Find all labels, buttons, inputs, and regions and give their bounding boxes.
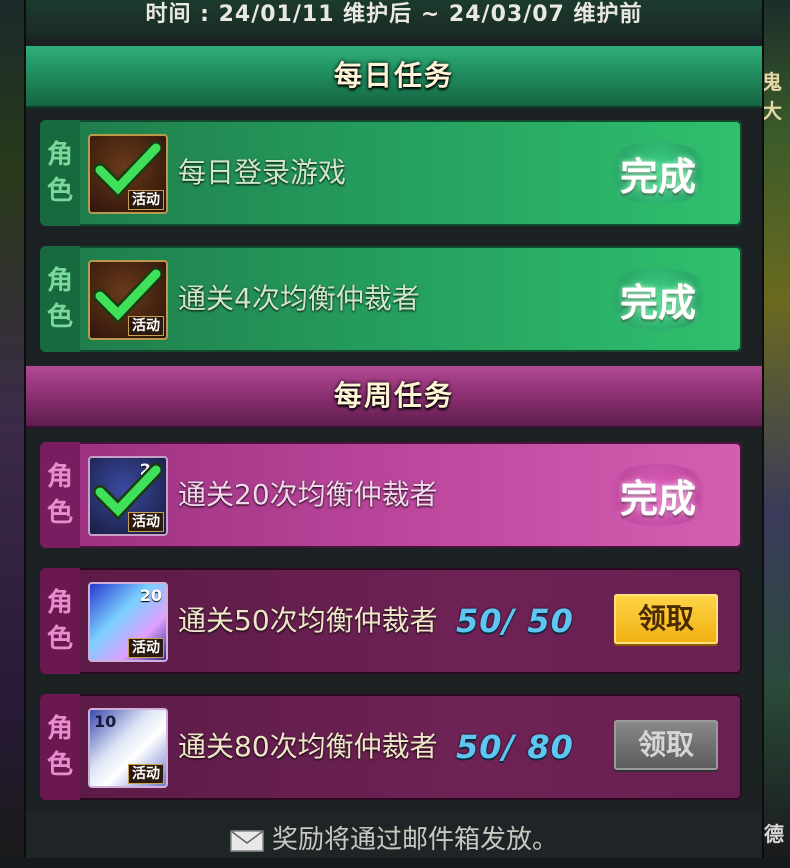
task-name: 通关4次均衡仲裁者 <box>178 282 420 315</box>
task-icon: 20 活动 <box>88 456 168 536</box>
character-tag: 角色 <box>40 246 80 352</box>
task-name: 每日登录游戏 <box>178 156 347 189</box>
task-card-clear-20: 角色 20 活动 通关20次均衡仲裁者 完成 <box>40 442 742 548</box>
weekly-tasks-header: 每周任务 <box>26 366 762 428</box>
background-right: 鬼大 德 <box>760 0 790 858</box>
task-progress: 50/ 50 <box>456 602 574 640</box>
task-complete-status: 完成 <box>600 464 716 526</box>
daily-tasks-header: 每日任务 <box>26 46 762 108</box>
icon-number: 10 <box>94 712 117 731</box>
footer-notice: 奖励将通过邮件箱发放。 <box>26 812 762 858</box>
footer-text: 奖励将通过邮件箱发放。 <box>271 825 558 855</box>
event-period: 时间 : 24/01/11 维护后 ~ 24/03/07 维护前 <box>26 0 762 38</box>
event-badge: 活动 <box>128 764 164 784</box>
task-name: 通关80次均衡仲裁者 <box>178 730 438 763</box>
task-card-clear-50: 角色 20 活动 通关50次均衡仲裁者 50/ 50 领取 <box>40 568 742 674</box>
claim-button[interactable]: 领取 <box>614 594 718 644</box>
task-icon: 20 活动 <box>88 582 168 662</box>
mail-icon <box>230 829 264 852</box>
task-icon: 10 活动 <box>88 708 168 788</box>
event-badge: 活动 <box>128 512 164 532</box>
task-name: 通关20次均衡仲裁者 <box>178 478 438 511</box>
task-name: 通关50次均衡仲裁者 <box>178 604 438 637</box>
event-badge: 活动 <box>128 638 164 658</box>
claim-button-disabled: 领取 <box>614 720 718 770</box>
task-progress: 50/ 80 <box>456 728 574 766</box>
task-card-daily-login: 角色 活动 每日登录游戏 完成 <box>40 120 742 226</box>
event-badge: 活动 <box>128 316 164 336</box>
task-icon: 活动 <box>88 134 168 214</box>
task-card-clear-80: 角色 10 活动 通关80次均衡仲裁者 50/ 80 领取 <box>40 694 742 800</box>
icon-number: 20 <box>139 586 162 605</box>
task-complete-status: 完成 <box>600 142 716 204</box>
task-card-clear-4: 角色 活动 通关4次均衡仲裁者 完成 <box>40 246 742 352</box>
edge-text-bottom: 德 <box>764 822 784 846</box>
task-complete-status: 完成 <box>600 268 716 330</box>
character-tag: 角色 <box>40 694 80 800</box>
background-left <box>0 0 24 858</box>
task-icon: 活动 <box>88 260 168 340</box>
quest-panel: 时间 : 24/01/11 维护后 ~ 24/03/07 维护前 每日任务 角色… <box>24 0 764 858</box>
character-tag: 角色 <box>40 568 80 674</box>
event-badge: 活动 <box>128 190 164 210</box>
character-tag: 角色 <box>40 442 80 548</box>
character-tag: 角色 <box>40 120 80 226</box>
edge-text-top: 鬼大 <box>762 70 782 123</box>
